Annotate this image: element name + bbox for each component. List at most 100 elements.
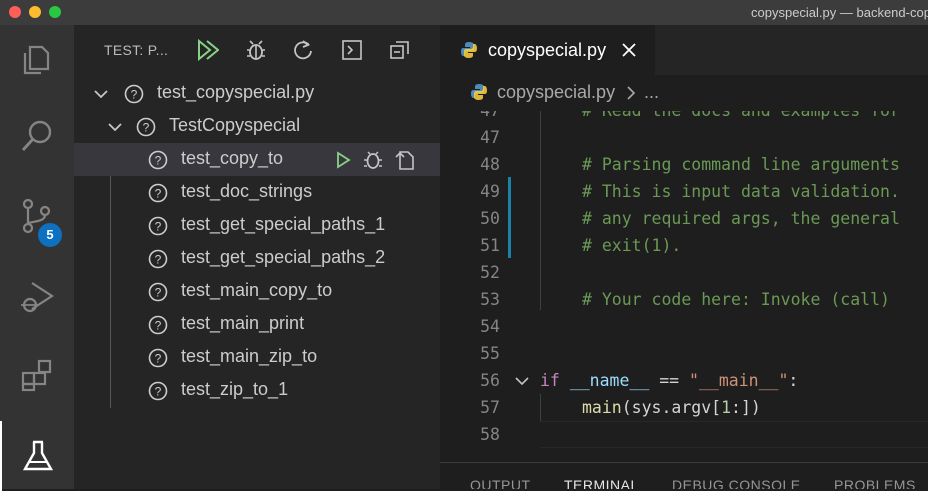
test-status-unknown-icon: ? [148, 315, 168, 335]
title-bar: copyspecial.py — backend-cop [0, 0, 928, 25]
line-number: 58 [480, 425, 500, 444]
panel-tab-output[interactable]: OUTPUT [470, 477, 531, 489]
svg-text:?: ? [155, 352, 162, 366]
line-number: 52 [480, 263, 500, 282]
panel-tab-terminal[interactable]: TERMINAL [564, 477, 639, 489]
sidebar-header: TEST: P... [74, 25, 440, 75]
editor-area: copyspecial.py copyspecial.py ... 47 # R… [440, 25, 928, 489]
tree-item-label: test_main_zip_to [181, 346, 318, 366]
activity-source-control[interactable]: 5 [0, 181, 74, 251]
close-window-button[interactable] [9, 6, 21, 18]
code-view[interactable]: 47 # Read the docs and examples for 47 4… [440, 111, 928, 461]
tree-item-test[interactable]: ? test_get_special_paths_2 [74, 242, 440, 275]
maximize-window-button[interactable] [49, 6, 61, 18]
tree-item-class[interactable]: ? TestCopyspecial [74, 110, 440, 143]
run-icon[interactable] [332, 149, 354, 171]
tree-item-test[interactable]: ? test_main_zip_to [74, 341, 440, 374]
tree-item-label: test_get_special_paths_2 [181, 247, 386, 267]
svg-text:?: ? [155, 154, 162, 168]
code-string: "__main__" [689, 371, 789, 390]
tree-item-test[interactable]: ? test_main_copy_to [74, 275, 440, 308]
code-line: # any required args, the general [582, 209, 900, 228]
line-number: 47 [480, 128, 500, 147]
activity-search[interactable] [0, 101, 74, 171]
files-icon [23, 45, 50, 75]
code-function: main [582, 398, 622, 417]
breadcrumb: copyspecial.py ... [440, 75, 928, 111]
go-to-file-icon[interactable] [394, 149, 416, 171]
bottom-panel: OUTPUT TERMINAL DEBUG CONSOLE PROBLEMS [440, 462, 928, 489]
test-status-unknown-icon: ? [148, 348, 168, 368]
svg-text:?: ? [131, 88, 138, 102]
tree-item-label: test_doc_strings [181, 181, 313, 201]
line-number: 54 [480, 317, 500, 336]
editor-tab-bar: copyspecial.py [440, 25, 928, 75]
run-all-icon[interactable] [195, 38, 219, 62]
terminal-icon[interactable] [340, 38, 364, 62]
tree-item-test[interactable]: ? test_doc_strings [74, 176, 440, 209]
close-icon[interactable] [620, 41, 638, 59]
svg-text:?: ? [155, 286, 162, 300]
debug-all-icon[interactable] [244, 38, 268, 62]
panel-tab-debug-console[interactable]: DEBUG CONSOLE [672, 477, 801, 489]
activity-explorer[interactable] [0, 25, 74, 95]
svg-text:?: ? [143, 121, 150, 135]
debug-icon[interactable] [362, 149, 384, 171]
window-title: copyspecial.py — backend-cop [751, 5, 928, 20]
line-number: 50 [480, 209, 500, 228]
code-line: # Your code here: Invoke (call) [582, 290, 890, 309]
tree-item-test[interactable]: ? test_main_print [74, 308, 440, 341]
line-number: 47 [440, 111, 500, 124]
indent-guide [540, 111, 541, 310]
python-file-icon [461, 42, 477, 58]
svg-text:?: ? [155, 253, 162, 267]
search-icon [21, 120, 52, 151]
code-line: # This is input data validation. [582, 182, 900, 201]
breadcrumb-more[interactable]: ... [644, 82, 659, 103]
code-line: # Read the docs and examples for [582, 111, 900, 124]
source-control-badge: 5 [38, 223, 62, 247]
tree-item-test[interactable]: ? test_copy_to [74, 143, 440, 176]
refresh-icon[interactable] [291, 38, 315, 62]
code-args-open: (sys.argv[ [621, 398, 722, 417]
svg-text:?: ? [155, 187, 162, 201]
extensions-icon [21, 359, 52, 392]
current-line-highlight [540, 421, 928, 448]
line-number: 57 [480, 398, 500, 417]
collapse-all-icon[interactable] [388, 38, 412, 62]
line-number: 49 [480, 182, 500, 201]
tree-item-test[interactable]: ? test_get_special_paths_1 [74, 209, 440, 242]
minimize-window-button[interactable] [29, 6, 41, 18]
code-number: 1 [721, 398, 732, 417]
tree-item-label: test_get_special_paths_1 [181, 214, 386, 234]
tree-item-file[interactable]: ? test_copyspecial.py [74, 77, 440, 110]
activity-run-debug[interactable] [0, 261, 74, 331]
activity-extensions[interactable] [0, 341, 74, 411]
code-variable: __name__ [569, 371, 650, 390]
test-status-unknown-icon: ? [136, 117, 156, 137]
code-keyword: if [540, 371, 560, 390]
indent-guide [540, 394, 541, 421]
line-number: 48 [480, 155, 500, 174]
tree-item-label: test_copy_to [181, 148, 284, 168]
test-status-unknown-icon: ? [148, 381, 168, 401]
editor-tab-copyspecial[interactable]: copyspecial.py [440, 25, 655, 75]
python-file-icon [471, 84, 487, 100]
tree-item-label: test_main_copy_to [181, 280, 333, 300]
flask-icon [22, 440, 54, 471]
fold-chevron-icon[interactable] [514, 373, 530, 389]
svg-text:?: ? [155, 220, 162, 234]
line-number: 53 [480, 290, 500, 309]
line-number: 56 [480, 371, 500, 390]
line-number: 55 [480, 344, 500, 363]
tree-item-label: test_zip_to_1 [181, 379, 289, 399]
activity-testing[interactable] [0, 421, 74, 491]
code-line-if-main: if __name__ == "__main__": [540, 367, 798, 394]
code-line: # Parsing command line arguments [582, 155, 900, 174]
tree-item-test[interactable]: ? test_zip_to_1 [74, 374, 440, 407]
svg-text:?: ? [155, 319, 162, 333]
breadcrumb-file[interactable]: copyspecial.py [497, 82, 615, 103]
test-status-unknown-icon: ? [148, 150, 168, 170]
panel-tab-problems[interactable]: PROBLEMS [834, 477, 916, 489]
test-status-unknown-icon: ? [148, 183, 168, 203]
